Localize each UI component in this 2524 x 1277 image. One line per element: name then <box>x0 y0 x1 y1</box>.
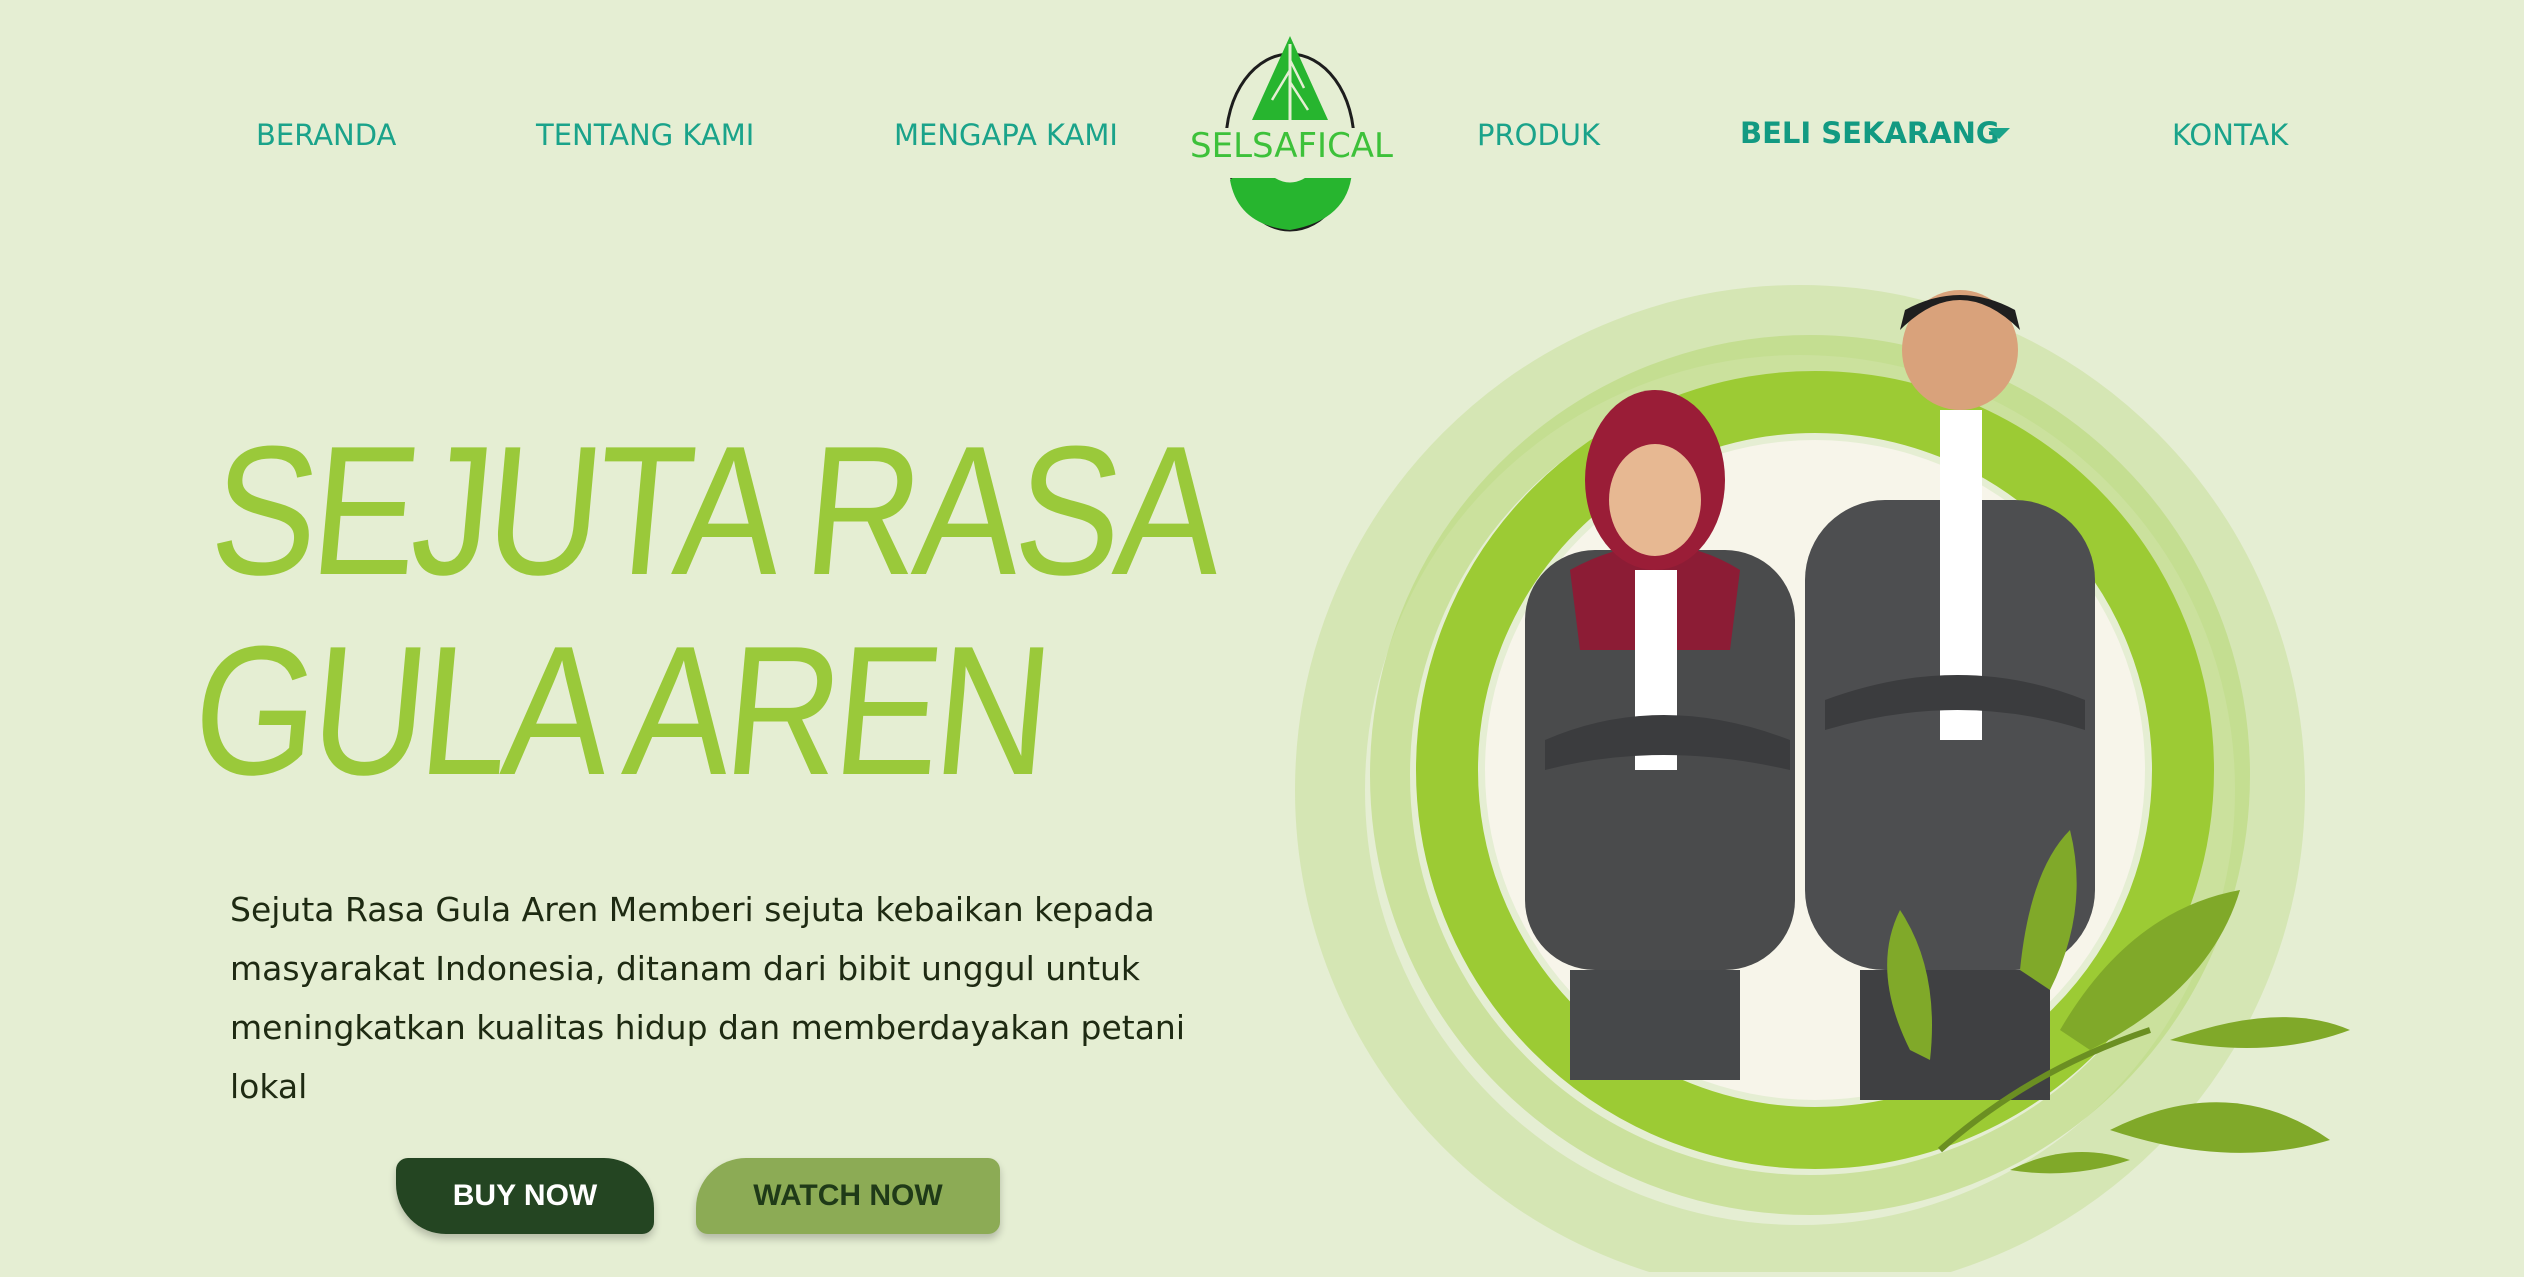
nav-link-mengapa-kami[interactable]: MENGAPA KAMI <box>894 118 1118 152</box>
buy-now-button[interactable]: BUY NOW <box>396 1158 654 1234</box>
hero-image <box>1295 285 2350 1277</box>
brand-logo[interactable]: SELSAFICAL <box>1190 30 1394 236</box>
nav-link-produk[interactable]: PRODUK <box>1477 118 1600 152</box>
nav-link-kontak[interactable]: KONTAK <box>2172 118 2288 152</box>
hero-title-line-1: SEJUTA RASA <box>203 407 1227 613</box>
chevron-down-icon[interactable] <box>1988 128 2010 139</box>
logo-wordmark: SELSAFICAL <box>1190 126 1394 166</box>
nav-link-tentang-kami[interactable]: TENTANG KAMI <box>536 118 754 152</box>
hero-title-line-2: GULA AREN <box>185 607 1055 813</box>
nav-link-beranda[interactable]: BERANDA <box>256 118 396 152</box>
nav-link-beli-sekarang[interactable]: BELI SEKARANG <box>1740 116 2000 150</box>
hero-description: Sejuta Rasa Gula Aren Memberi sejuta keb… <box>230 890 1186 1106</box>
hero-title: SEJUTA RASA GULA AREN <box>185 407 1227 813</box>
hero-illustration <box>1270 270 2370 1277</box>
watch-now-button[interactable]: WATCH NOW <box>696 1158 1000 1234</box>
